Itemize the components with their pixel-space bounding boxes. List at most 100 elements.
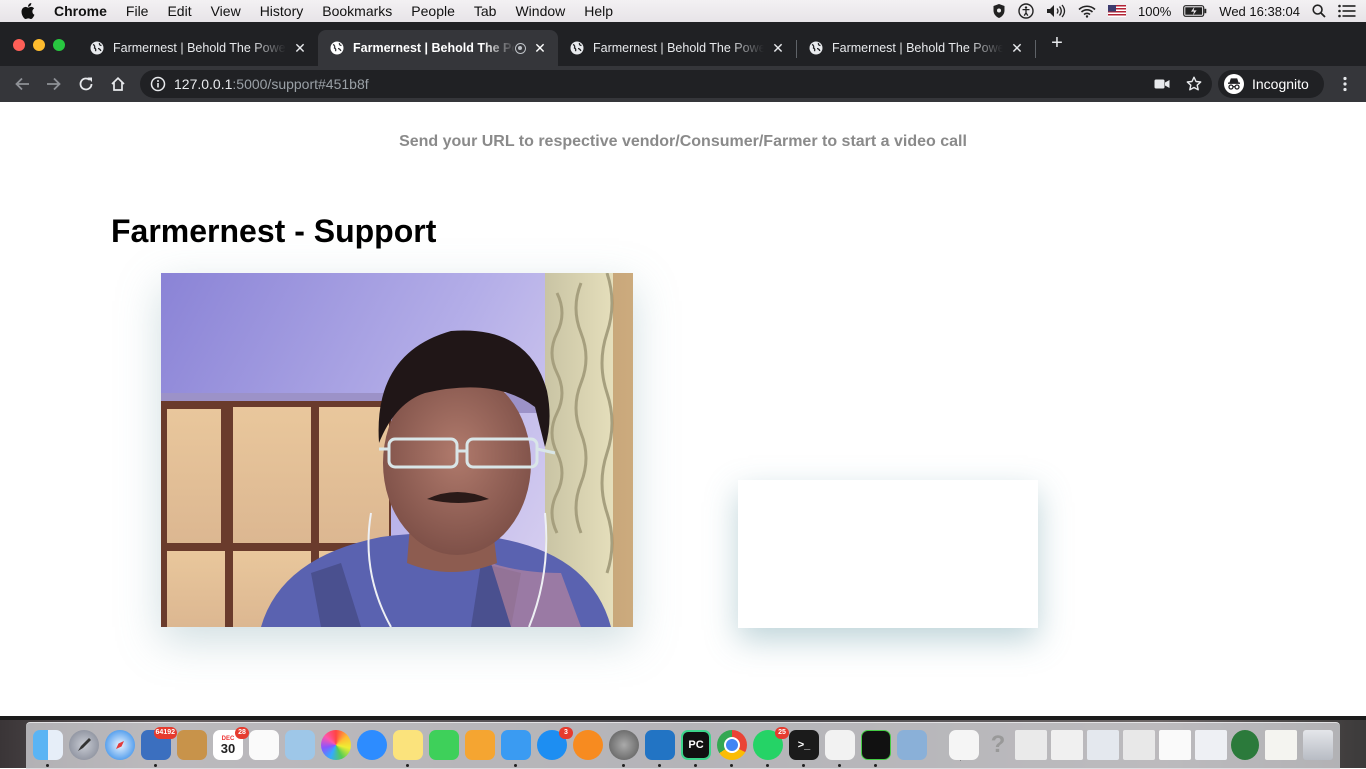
tab-2-close-icon[interactable]: ✕ (532, 40, 548, 56)
macos-menu-bar: Chrome File Edit View History Bookmarks … (0, 0, 1366, 22)
menu-tab[interactable]: Tab (474, 3, 497, 19)
calendar-icon[interactable]: DEC 30 28 (213, 727, 249, 760)
accessibility-icon[interactable] (1018, 0, 1034, 22)
facetime-icon[interactable] (429, 730, 459, 760)
minimized-window-5-thumbnail[interactable] (1159, 730, 1191, 760)
battery-charging-icon[interactable] (1183, 0, 1207, 22)
image-capture-icon[interactable] (897, 730, 927, 760)
menu-bookmarks[interactable]: Bookmarks (322, 3, 392, 19)
reminders-icon[interactable] (249, 730, 279, 760)
app-store-icon[interactable]: 3 (537, 727, 573, 760)
whatsapp-badge: 25 (775, 727, 789, 739)
tab-3[interactable]: Farmernest | Behold The Power ✕ (558, 30, 796, 66)
tab-strip: Farmernest | Behold The Power ✕ Farmerne… (0, 22, 1366, 66)
textedit-icon[interactable] (825, 730, 855, 760)
tab-1-title: Farmernest | Behold The Power (113, 41, 286, 55)
new-tab-button[interactable]: + (1046, 32, 1068, 54)
vscode-icon[interactable] (645, 730, 675, 760)
minimized-window-7-thumbnail[interactable] (1231, 730, 1259, 760)
page-title: Farmernest - Support (111, 213, 437, 249)
menubar-status-area: 100% Wed 16:38:04 (992, 0, 1356, 22)
minimized-window-8-thumbnail[interactable] (1265, 730, 1297, 760)
wifi-icon[interactable] (1078, 0, 1096, 22)
forward-button[interactable] (42, 72, 66, 96)
spotlight-search-icon[interactable] (1312, 0, 1326, 22)
tab-3-title: Farmernest | Behold The Power (593, 41, 764, 55)
url-host: 127.0.0.1 (174, 76, 233, 92)
home-button[interactable] (106, 72, 130, 96)
menu-chrome[interactable]: Chrome (54, 3, 107, 19)
menu-history[interactable]: History (260, 3, 304, 19)
activity-monitor-icon[interactable] (861, 730, 891, 760)
apple-logo-icon[interactable] (20, 3, 36, 19)
incognito-profile-button[interactable]: Incognito (1218, 70, 1324, 98)
minimize-window-button[interactable] (33, 39, 45, 51)
system-preferences-icon[interactable] (609, 730, 639, 760)
menu-people[interactable]: People (411, 3, 455, 19)
terminal-icon[interactable]: >_ (789, 730, 819, 760)
incognito-icon (1224, 74, 1244, 94)
arrow-left-icon (15, 77, 29, 91)
pages-icon[interactable] (465, 730, 495, 760)
help-question-icon[interactable]: ? (983, 730, 1013, 760)
messages-icon[interactable] (357, 730, 387, 760)
menu-file[interactable]: File (126, 3, 149, 19)
shield-icon[interactable] (992, 0, 1006, 22)
menu-edit[interactable]: Edit (167, 3, 191, 19)
chrome-icon[interactable] (717, 730, 747, 760)
info-icon[interactable] (150, 76, 166, 92)
launchpad-icon[interactable] (69, 730, 99, 760)
documents-stack-icon[interactable] (949, 730, 979, 760)
share-url-notice: Send your URL to respective vendor/Consu… (399, 133, 967, 150)
us-flag-icon[interactable] (1108, 0, 1127, 22)
url-text[interactable]: 127.0.0.1:5000/support#451b8f (174, 76, 369, 92)
camera-icon[interactable] (1154, 77, 1170, 91)
tab-4-title: Farmernest | Behold The Power (832, 41, 1003, 55)
globe-icon (570, 41, 584, 55)
menu-window[interactable]: Window (515, 3, 565, 19)
chrome-menu-button[interactable] (1333, 72, 1357, 96)
books-icon[interactable] (573, 730, 603, 760)
tab-4[interactable]: Farmernest | Behold The Power ✕ (797, 30, 1035, 66)
reload-button[interactable] (74, 72, 98, 96)
trash-icon[interactable] (1303, 730, 1333, 760)
url-path: :5000/support#451b8f (232, 76, 369, 92)
close-window-button[interactable] (13, 39, 25, 51)
whatsapp-icon[interactable]: 25 (753, 727, 789, 760)
address-bar[interactable]: 127.0.0.1:5000/support#451b8f (140, 70, 1212, 98)
arrow-right-icon (47, 77, 61, 91)
tab-4-close-icon[interactable]: ✕ (1009, 40, 1025, 56)
home-icon (111, 77, 125, 91)
photos-badge: 64192 (153, 727, 177, 739)
tab-1-close-icon[interactable]: ✕ (292, 40, 308, 56)
volume-icon[interactable] (1046, 0, 1066, 22)
tab-1[interactable]: Farmernest | Behold The Power ✕ (78, 30, 318, 66)
menu-view[interactable]: View (211, 3, 241, 19)
tab-3-close-icon[interactable]: ✕ (770, 40, 786, 56)
tab-2-active[interactable]: Farmernest | Behold The Power ✕ (318, 30, 558, 66)
preview-icon[interactable] (285, 730, 315, 760)
minimized-window-3-thumbnail[interactable] (1087, 730, 1119, 760)
globe-icon (330, 41, 344, 55)
finder-icon[interactable] (33, 730, 63, 760)
pycharm-icon[interactable]: PC (681, 730, 711, 760)
contacts-icon[interactable] (177, 730, 207, 760)
web-page: Send your URL to respective vendor/Consu… (0, 102, 1366, 720)
minimized-window-2-thumbnail[interactable] (1051, 730, 1083, 760)
keynote-icon[interactable] (501, 730, 531, 760)
menu-help[interactable]: Help (584, 3, 613, 19)
minimized-window-1-thumbnail[interactable] (1015, 730, 1047, 760)
zoom-window-button[interactable] (53, 39, 65, 51)
clock[interactable]: Wed 16:38:04 (1219, 4, 1300, 19)
minimized-window-6-thumbnail[interactable] (1195, 730, 1227, 760)
notification-center-icon[interactable] (1338, 0, 1356, 22)
macos-dock: 64192 DEC 30 28 3 PC 25 >_ ? (26, 722, 1340, 769)
tab-2-title: Farmernest | Behold The Power (353, 41, 515, 55)
photos-stamp-app-icon[interactable]: 64192 (141, 727, 177, 760)
minimized-window-4-thumbnail[interactable] (1123, 730, 1155, 760)
bookmark-star-icon[interactable] (1186, 76, 1202, 92)
back-button[interactable] (10, 72, 34, 96)
notes-icon[interactable] (393, 730, 423, 760)
photos-icon[interactable] (321, 730, 351, 760)
safari-icon[interactable] (105, 730, 135, 760)
